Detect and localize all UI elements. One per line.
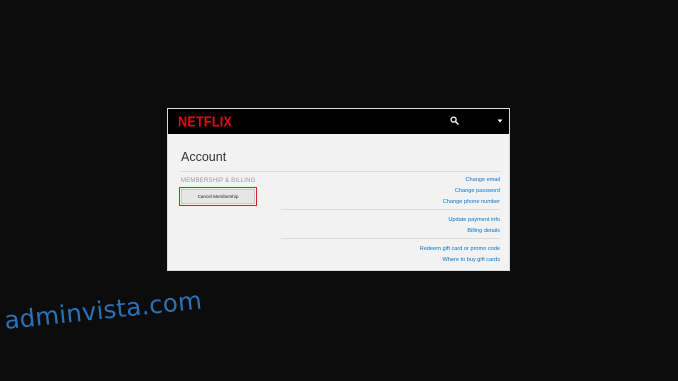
buy-gift-cards-link[interactable]: Where to buy gift cards: [281, 255, 500, 266]
change-email-link[interactable]: Change email: [281, 175, 500, 186]
change-password-link[interactable]: Change password: [281, 186, 500, 197]
gift-card-group: Redeem gift card or promo code Where to …: [281, 244, 500, 267]
title-divider: [181, 171, 501, 172]
page-title: Account: [181, 150, 227, 164]
cancel-membership-button[interactable]: Cancel Membership: [181, 189, 255, 204]
netflix-logo[interactable]: NETFLIX: [178, 114, 232, 130]
membership-billing-heading: MEMBERSHIP & BILLING: [181, 178, 256, 184]
redeem-gift-card-link[interactable]: Redeem gift card or promo code: [281, 244, 500, 255]
caret-down-icon[interactable]: [497, 118, 503, 124]
search-icon[interactable]: [450, 116, 459, 125]
site-watermark: adminvista.com: [2, 285, 204, 335]
screenshot-stage: NETFLIX Account MEMBERSHIP & BILLING Can…: [0, 0, 678, 381]
billing-group: Update payment info Billing details: [281, 215, 500, 239]
update-payment-link[interactable]: Update payment info: [281, 215, 500, 226]
netflix-account-window: NETFLIX Account MEMBERSHIP & BILLING Can…: [167, 108, 510, 271]
billing-details-link[interactable]: Billing details: [281, 226, 500, 237]
change-phone-link[interactable]: Change phone number: [281, 197, 500, 208]
top-navigation-bar: NETFLIX: [168, 109, 509, 134]
membership-links: Change email Change password Change phon…: [281, 175, 500, 270]
email-password-group: Change email Change password Change phon…: [281, 175, 500, 210]
